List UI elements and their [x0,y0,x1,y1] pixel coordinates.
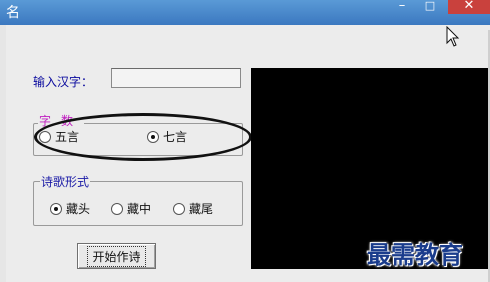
mouse-pointer-icon [446,26,460,47]
window-title: 名 [6,5,20,21]
maximize-button[interactable]: □ [420,0,440,14]
poem-style-group-title: 诗歌形式 [40,173,91,190]
chinese-char-input[interactable] [111,68,241,88]
minimize-button[interactable]: – [392,0,412,14]
radio-label: 藏尾 [189,202,214,216]
radio-acrostic-middle[interactable]: 藏中 [111,200,151,217]
radio-circle-icon [111,202,123,215]
watermark-logo: 最需教育 [367,240,463,269]
start-compose-button[interactable]: 开始作诗 [77,243,156,269]
radio-label: 藏头 [66,202,91,216]
title-bar: 名 – □ ✕ [0,0,490,25]
hand-drawn-ellipse-annotation [34,113,252,161]
radio-acrostic-tail[interactable]: 藏尾 [173,200,213,217]
radio-circle-icon [173,202,185,215]
start-compose-button-label: 开始作诗 [87,245,146,267]
radio-label: 藏中 [127,202,152,216]
input-label: 输入汉字： [33,75,94,89]
radio-selected-icon [50,202,62,215]
close-button[interactable]: ✕ [448,0,490,14]
radio-acrostic-head[interactable]: 藏头 [50,200,90,217]
